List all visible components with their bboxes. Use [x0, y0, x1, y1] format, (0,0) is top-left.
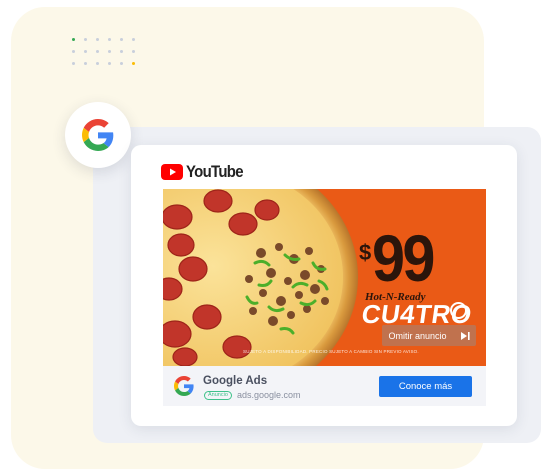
stage: YouTube $ 99 Hot-N-Ready CU4TRO Omitir a… [0, 0, 542, 473]
advertiser-name: Google Ads [203, 375, 268, 387]
google-g-icon [82, 119, 114, 151]
learn-more-button[interactable]: Conoce más [379, 376, 472, 397]
decor-dot [72, 62, 75, 65]
decor-dot [132, 50, 135, 53]
google-logo-badge [65, 102, 131, 168]
decor-dot [96, 62, 99, 65]
decor-dot [84, 38, 87, 41]
pizza-badge-icon [450, 302, 467, 319]
ad-price: $ 99 [359, 221, 440, 295]
decor-dot [108, 38, 111, 41]
ad-info-bar: Google Ads Anuncio ads.google.com Conoce… [163, 366, 486, 406]
decor-dot [84, 62, 87, 65]
decor-dot [108, 50, 111, 53]
decor-dot [72, 50, 75, 53]
decor-dot [96, 50, 99, 53]
skip-next-icon [460, 331, 470, 340]
youtube-wordmark: YouTube [186, 162, 244, 181]
google-g-icon [174, 376, 194, 396]
decor-dot [120, 38, 123, 41]
decor-dot [132, 62, 135, 65]
skip-ad-button[interactable]: Omitir anuncio [382, 325, 476, 346]
decor-dot [108, 62, 111, 65]
decor-dot [120, 50, 123, 53]
ad-badge: Anuncio [204, 391, 232, 400]
video-ad-banner[interactable]: $ 99 Hot-N-Ready CU4TRO Omitir anuncio S… [163, 189, 486, 366]
youtube-play-icon [161, 164, 183, 180]
decor-dot [120, 62, 123, 65]
price-value: 99 [372, 221, 435, 295]
decor-dot [84, 50, 87, 53]
advertiser-url[interactable]: ads.google.com [237, 390, 301, 400]
decor-dot [72, 38, 75, 41]
ad-disclaimer: SUJETO A DISPONIBILIDAD. PRECIO SUJETO A… [243, 349, 419, 354]
dot-grid-decoration [72, 38, 142, 70]
decor-dot [96, 38, 99, 41]
skip-ad-label: Omitir anuncio [388, 330, 447, 341]
decor-dot [132, 38, 135, 41]
price-currency: $ [359, 240, 372, 265]
youtube-logo: YouTube [161, 161, 251, 183]
